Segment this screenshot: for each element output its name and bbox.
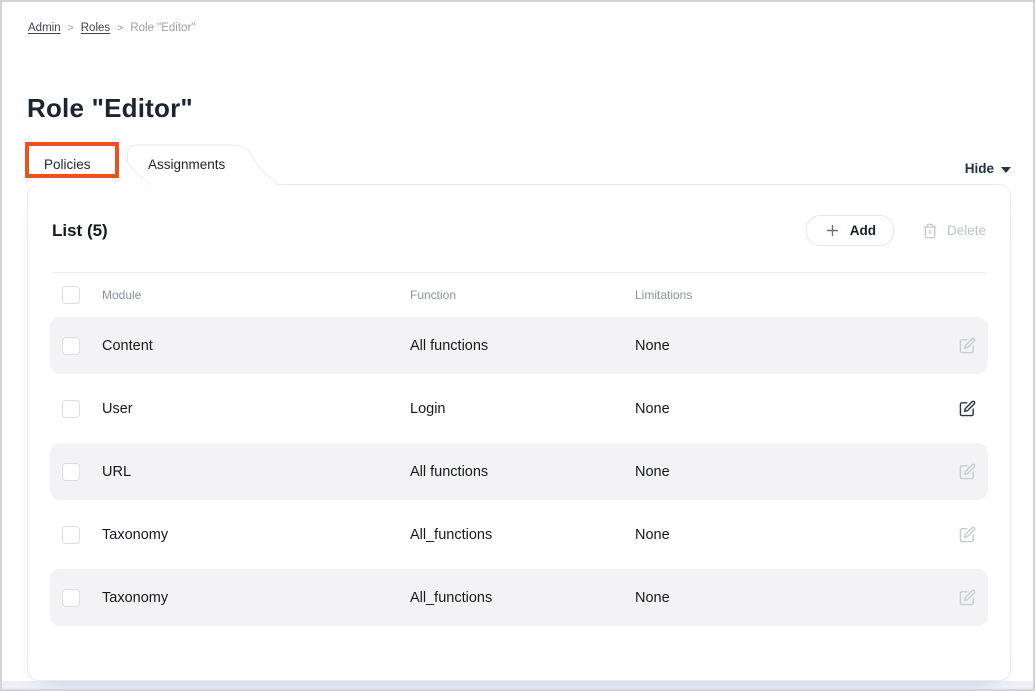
delete-button[interactable]: Delete [922,223,986,239]
cell-function: All functions [410,464,635,480]
column-header-module: Module [102,288,410,302]
breadcrumb-separator: > [117,22,123,34]
table-row: URL All functions None [50,443,988,500]
cell-module: User [102,401,410,417]
breadcrumb-roles[interactable]: Roles [81,22,110,34]
cell-module: Content [102,338,410,354]
plus-icon [824,222,841,239]
edit-icon[interactable] [959,526,976,543]
cell-limitations: None [635,464,936,480]
toolbar: Add Delete [806,215,986,246]
select-all-checkbox[interactable] [62,286,80,304]
breadcrumb-separator: > [68,22,74,34]
breadcrumb-current: Role "Editor" [130,22,195,34]
trash-icon [922,223,938,239]
list-title: List (5) [52,221,108,241]
hide-toggle-label: Hide [965,161,994,176]
cell-function: All_functions [410,590,635,606]
panel-header: List (5) Add Delete [50,185,988,272]
row-checkbox[interactable] [62,400,80,418]
row-checkbox[interactable] [62,526,80,544]
cell-limitations: None [635,527,936,543]
active-tab-mask [28,183,116,185]
cell-function: All_functions [410,527,635,543]
caret-down-icon [1001,167,1011,173]
tab-policies[interactable]: Policies [27,144,149,184]
delete-button-label: Delete [947,223,986,238]
edit-icon[interactable] [959,400,976,417]
row-checkbox[interactable] [62,337,80,355]
edit-icon[interactable] [959,589,976,606]
table-row: User Login None [50,380,988,437]
tab-assignments-label: Assignments [148,144,225,184]
table-row: Content All functions None [50,317,988,374]
tab-assignments[interactable]: Assignments [127,144,277,184]
table-header: Module Function Limitations [50,273,988,317]
cell-module: URL [102,464,410,480]
column-header-limitations: Limitations [635,288,936,302]
add-button[interactable]: Add [806,215,894,246]
tab-policies-label: Policies [44,144,91,184]
breadcrumb-admin[interactable]: Admin [28,22,61,34]
cell-function: All functions [410,338,635,354]
role-editor-page: Admin > Roles > Role "Editor" Role "Edit… [0,0,1035,691]
cell-module: Taxonomy [102,590,410,606]
cell-function: Login [410,401,635,417]
cell-module: Taxonomy [102,527,410,543]
page-title: Role "Editor" [27,93,193,124]
add-button-label: Add [850,223,876,238]
policies-panel: List (5) Add Delete Module [27,184,1011,681]
breadcrumb: Admin > Roles > Role "Editor" [28,22,195,34]
cell-limitations: None [635,338,936,354]
edit-icon[interactable] [959,463,976,480]
edit-icon[interactable] [959,337,976,354]
row-checkbox[interactable] [62,463,80,481]
hide-toggle[interactable]: Hide [965,161,1011,176]
cell-limitations: None [635,590,936,606]
column-header-function: Function [410,288,635,302]
row-checkbox[interactable] [62,589,80,607]
page-bottom-strip [2,681,1033,689]
cell-limitations: None [635,401,936,417]
table-row: Taxonomy All_functions None [50,569,988,626]
table-row: Taxonomy All_functions None [50,506,988,563]
